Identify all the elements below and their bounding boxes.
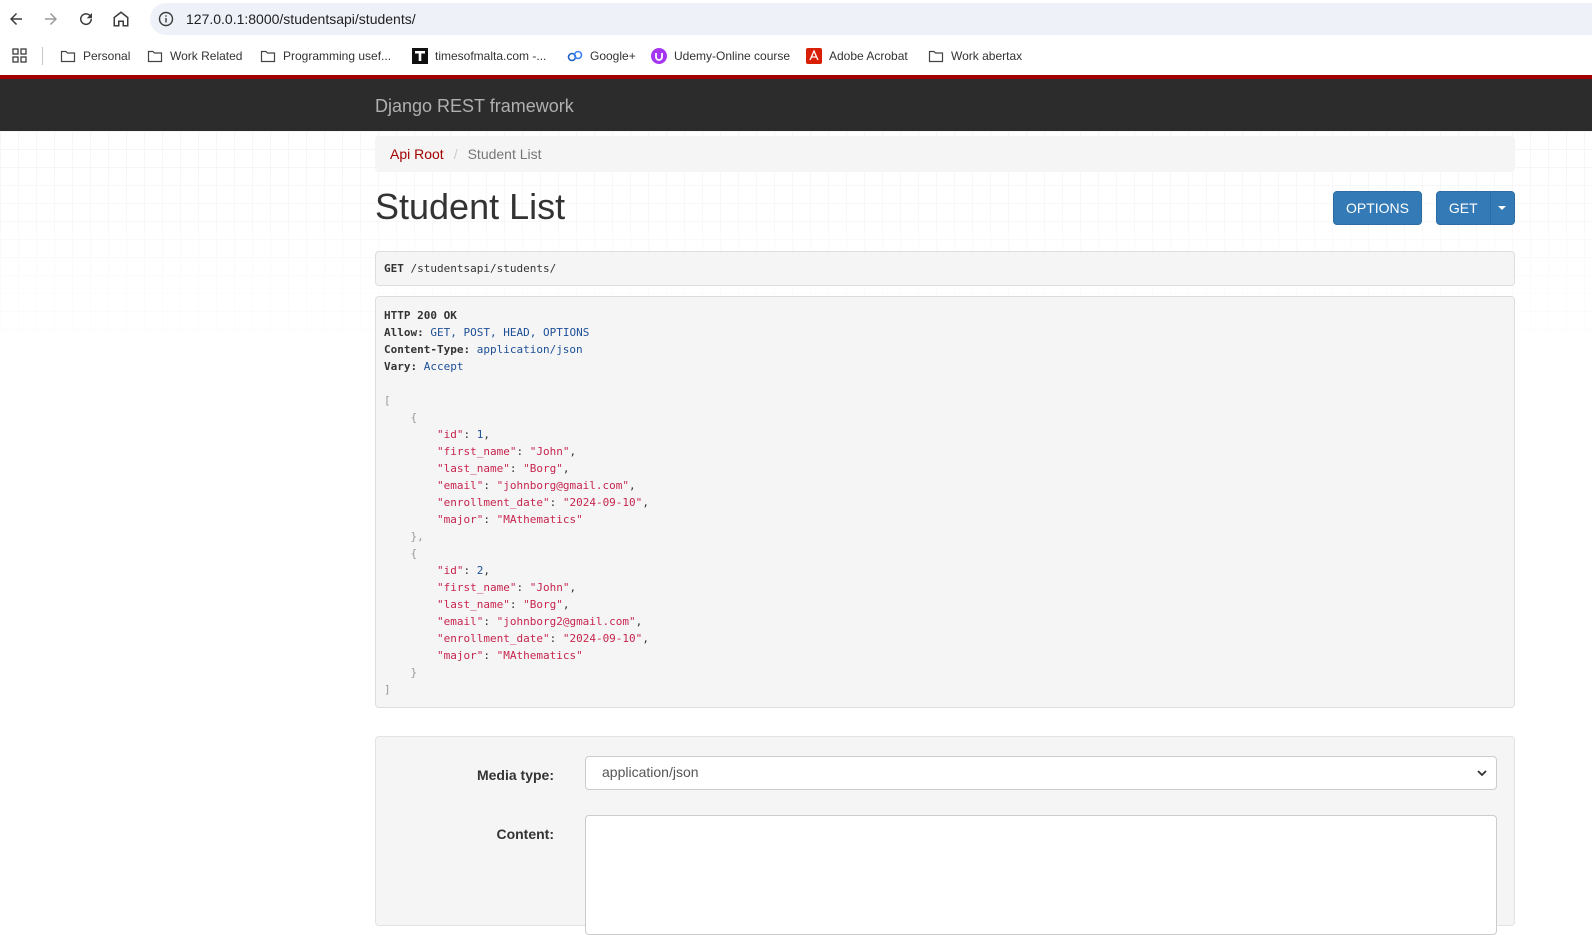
json-key: "enrollment_date" <box>436 632 550 645</box>
json-key: "email" <box>436 615 484 628</box>
json-key: "last_name" <box>436 462 510 475</box>
json-value: "johnborg2@gmail.com" <box>496 615 636 628</box>
json-brace: { <box>410 411 418 424</box>
drf-brand-link[interactable]: Django REST framework <box>375 96 574 117</box>
forward-arrow-icon <box>45 13 57 25</box>
drf-navbar: Django REST framework <box>0 75 1592 131</box>
bookmark-work-abertax[interactable]: Work abertax <box>928 47 1022 65</box>
request-method: GET <box>384 262 404 275</box>
json-value: 1 <box>476 428 484 441</box>
get-format-dropdown[interactable] <box>1489 192 1514 224</box>
page-title: Student List <box>375 186 566 227</box>
media-type-label: Media type: <box>476 767 554 783</box>
folder-icon <box>147 50 163 63</box>
json-value: "Borg" <box>523 462 563 475</box>
bookmark-personal[interactable]: Personal <box>60 47 130 65</box>
folder-icon <box>60 50 76 63</box>
json-key: "enrollment_date" <box>436 496 550 509</box>
chevron-down-icon <box>1477 770 1487 777</box>
media-type-select[interactable]: application/json <box>585 756 1497 790</box>
header-value: application/json <box>476 343 583 356</box>
options-button[interactable]: OPTIONS <box>1333 191 1422 225</box>
folder-icon <box>928 50 944 63</box>
json-brace: }, <box>410 530 424 543</box>
bookmark-udemy[interactable]: Udemy-Online course <box>651 47 790 65</box>
json-key: "email" <box>436 479 484 492</box>
json-key: "id" <box>436 428 464 441</box>
breadcrumb-separator: / <box>453 146 458 162</box>
media-type-value: application/json <box>602 764 699 780</box>
bookmarks-separator <box>42 47 43 65</box>
json-key: "major" <box>436 513 484 526</box>
caret-down-icon <box>1498 206 1507 210</box>
json-key: "major" <box>436 649 484 662</box>
bookmark-work-related[interactable]: Work Related <box>147 47 242 65</box>
info-icon[interactable] <box>158 11 174 27</box>
reload-icon <box>80 13 93 26</box>
json-key: "last_name" <box>436 598 510 611</box>
browser-toolbar: 127.0.0.1:8000/studentsapi/students/ <box>0 0 1592 38</box>
response-status: HTTP 200 OK <box>384 309 457 322</box>
json-value: "MAthematics" <box>496 513 583 526</box>
header-name: Content-Type: <box>384 343 471 356</box>
back-button[interactable] <box>5 8 27 30</box>
request-path: /studentsapi/students/ <box>410 262 557 275</box>
google-plus-icon <box>567 50 583 62</box>
json-value: "John" <box>529 445 570 458</box>
bookmark-adobe-acrobat[interactable]: Adobe Acrobat <box>806 47 908 65</box>
json-key: "first_name" <box>436 581 517 594</box>
json-bracket: ] <box>384 683 391 696</box>
raw-data-form: Media type: application/json Content: <box>375 736 1515 935</box>
json-value: "2024-09-10" <box>562 632 643 645</box>
back-arrow-icon <box>10 13 22 25</box>
json-value: "2024-09-10" <box>562 496 643 509</box>
json-value: "johnborg@gmail.com" <box>496 479 630 492</box>
bookmarks-bar: Personal Work Related Programming usef..… <box>0 38 1592 74</box>
folder-icon <box>260 50 276 63</box>
response-info: HTTP 200 OK Allow: GET, POST, HEAD, OPTI… <box>375 296 1515 708</box>
json-key: "first_name" <box>436 445 517 458</box>
json-key: "id" <box>436 564 464 577</box>
json-value: "MAthematics" <box>496 649 583 662</box>
content-label: Content: <box>496 826 554 842</box>
url-text[interactable]: 127.0.0.1:8000/studentsapi/students/ <box>186 11 416 27</box>
forward-button[interactable] <box>40 8 62 30</box>
home-button[interactable] <box>110 8 132 30</box>
bookmark-google-plus[interactable]: Google+ <box>567 47 636 65</box>
header-name: Allow: <box>384 326 424 339</box>
address-bar[interactable]: 127.0.0.1:8000/studentsapi/students/ <box>150 3 1592 35</box>
json-value: "Borg" <box>523 598 563 611</box>
json-bracket: [ <box>384 394 391 407</box>
json-value: 2 <box>476 564 484 577</box>
reload-button[interactable] <box>75 8 97 30</box>
header-name: Vary: <box>384 360 418 373</box>
udemy-icon <box>651 48 667 64</box>
header-value: Accept <box>423 360 464 373</box>
breadcrumb-current: Student List <box>467 146 542 162</box>
json-brace: { <box>410 547 418 560</box>
bookmark-programming[interactable]: Programming usef... <box>260 47 391 65</box>
acrobat-icon <box>806 48 822 64</box>
t-logo-icon <box>412 48 428 64</box>
request-info: GET /studentsapi/students/ <box>375 251 1515 286</box>
bookmark-timesofmalta[interactable]: timesofmalta.com -... <box>412 47 546 65</box>
json-value: "John" <box>529 581 570 594</box>
breadcrumb: Api Root / Student List <box>375 136 1515 172</box>
content-textarea[interactable] <box>585 815 1497 935</box>
apps-grid-icon[interactable] <box>12 48 28 64</box>
get-button-group: GET <box>1436 191 1515 225</box>
header-value: GET, POST, HEAD, OPTIONS <box>430 326 590 339</box>
json-brace: } <box>410 666 418 679</box>
get-button[interactable]: GET <box>1437 200 1490 216</box>
home-icon <box>113 11 129 27</box>
breadcrumb-api-root[interactable]: Api Root <box>390 146 444 162</box>
